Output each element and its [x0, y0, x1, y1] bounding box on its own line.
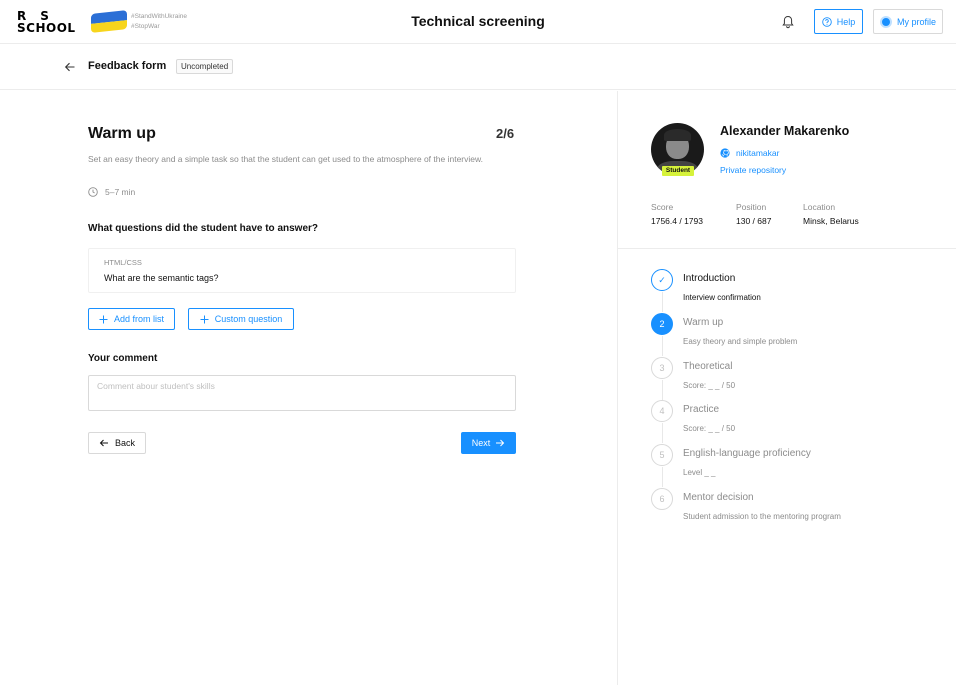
step-number: 2: [651, 313, 673, 335]
back-button[interactable]: Back: [88, 432, 146, 454]
feedback-form-title: Feedback form: [88, 60, 167, 72]
step-title: Warm up: [88, 125, 156, 142]
comment-input[interactable]: [88, 375, 516, 411]
step-number: 4: [651, 400, 673, 422]
avatar: [879, 15, 892, 28]
questions-heading: What questions did the student have to a…: [88, 223, 319, 234]
my-profile-label: My profile: [896, 16, 936, 27]
help-button[interactable]: Help: [814, 9, 863, 34]
location-value: Minsk, Belarus: [803, 216, 859, 226]
step-number: 3: [651, 357, 673, 379]
top-header: RS SCHOOL #StandWithUkraine #StopWar Tec…: [0, 0, 956, 44]
score-label: Score: [651, 202, 674, 212]
question-category: HTML/CSS: [104, 258, 142, 267]
step-item-title: Warm up: [683, 317, 724, 328]
page-title: Technical screening: [411, 13, 545, 29]
step-item-title: Practice: [683, 404, 720, 415]
step-connector: [662, 292, 663, 312]
help-label: Help: [836, 16, 856, 27]
comment-heading: Your comment: [88, 353, 158, 364]
sub-header: Feedback form Uncompleted: [0, 44, 956, 90]
step-item-subtitle: Easy theory and simple problem: [683, 337, 798, 346]
custom-question-button[interactable]: Custom question: [188, 308, 294, 330]
github-link[interactable]: nikitamakar: [720, 148, 779, 158]
feedback-main: Warm up 2/6 Set an easy theory and a sim…: [0, 91, 617, 685]
step-description: Set an easy theory and a simple task so …: [88, 154, 484, 164]
bell-icon[interactable]: [781, 15, 795, 29]
location-label: Location: [803, 202, 836, 212]
position-value: 130 / 687: [736, 216, 772, 226]
step-counter: 2/6: [496, 126, 515, 141]
add-from-list-label: Add from list: [113, 314, 164, 324]
step-connector: [662, 380, 663, 400]
step-item-subtitle: Score: _ _ / 50: [683, 381, 736, 390]
question-text: What are the semantic tags?: [104, 273, 219, 283]
private-repository-link[interactable]: Private repository: [720, 165, 786, 175]
step-connector: [662, 423, 663, 443]
plus-icon: [200, 315, 209, 323]
my-profile-button[interactable]: My profile: [873, 9, 943, 34]
student-panel: Alexander Makarenko nikitamakar Private …: [618, 91, 956, 685]
question-card[interactable]: HTML/CSS What are the semantic tags?: [88, 248, 516, 293]
arrow-left-icon[interactable]: [64, 61, 76, 73]
status-badge: Uncompleted: [176, 59, 234, 74]
step-number: 5: [651, 444, 673, 466]
student-badge: Student: [662, 166, 694, 176]
arrow-right-icon: [496, 439, 505, 447]
arrow-left-icon: [99, 439, 108, 447]
question-circle-icon: [821, 16, 832, 27]
position-label: Position: [736, 202, 767, 212]
github-username: nikitamakar: [736, 148, 780, 158]
student-name: Alexander Makarenko: [720, 124, 850, 138]
github-icon: [720, 148, 730, 158]
step-item-subtitle: Score: _ _ / 50: [683, 424, 736, 433]
step-item-subtitle: Interview confirmation: [683, 293, 761, 302]
score-value: 1756.4 / 1793: [651, 216, 703, 226]
step-connector: [662, 467, 663, 487]
add-from-list-button[interactable]: Add from list: [88, 308, 175, 330]
step-number: 6: [651, 488, 673, 510]
back-label: Back: [114, 438, 135, 448]
step-item-title: Theoretical: [683, 361, 733, 372]
next-label: Next: [471, 438, 491, 448]
step-duration: 5–7 min: [88, 187, 135, 197]
clock-icon: [88, 187, 98, 197]
step-connector: [662, 336, 663, 356]
step-item-title: Mentor decision: [683, 492, 754, 503]
panel-separator: [618, 248, 956, 249]
step-item-subtitle: Level _ _: [683, 468, 716, 477]
step-item-title: English-language proficiency: [683, 448, 811, 459]
custom-question-label: Custom question: [214, 314, 283, 324]
duration-text: 5–7 min: [105, 187, 136, 197]
plus-icon: [99, 315, 108, 323]
check-icon: ✓: [651, 269, 673, 291]
next-button[interactable]: Next: [461, 432, 516, 454]
step-item-subtitle: Student admission to the mentoring progr…: [683, 512, 841, 521]
step-item-title: Introduction: [683, 273, 736, 284]
